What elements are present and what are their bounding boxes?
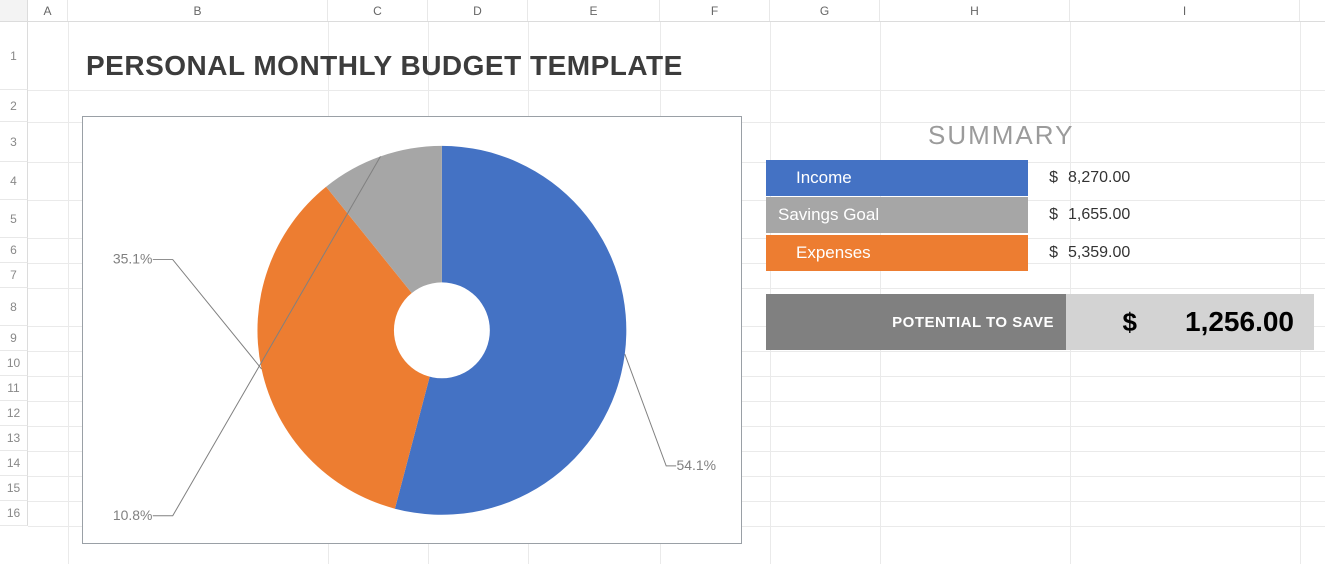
row-header-1[interactable]: 1 bbox=[0, 22, 28, 90]
col-header-G[interactable]: G bbox=[770, 0, 880, 21]
potential-to-save-value[interactable]: $1,256.00 bbox=[1066, 294, 1314, 350]
corner-cell bbox=[0, 0, 28, 21]
svg-text:54.1%: 54.1% bbox=[677, 457, 717, 473]
row-header-13[interactable]: 13 bbox=[0, 426, 28, 451]
col-header-H[interactable]: H bbox=[880, 0, 1070, 21]
summary-expenses-label: Expenses bbox=[766, 235, 1028, 271]
row-header-8[interactable]: 8 bbox=[0, 288, 28, 326]
col-header-I[interactable]: I bbox=[1070, 0, 1300, 21]
svg-text:35.1%: 35.1% bbox=[113, 251, 153, 267]
row-header-5[interactable]: 5 bbox=[0, 200, 28, 238]
svg-text:10.8%: 10.8% bbox=[113, 507, 153, 523]
page-title: PERSONAL MONTHLY BUDGET TEMPLATE bbox=[86, 50, 683, 82]
row-header-7[interactable]: 7 bbox=[0, 263, 28, 288]
col-header-A[interactable]: A bbox=[28, 0, 68, 21]
summary-income-label: Income bbox=[766, 160, 1028, 196]
summary-income-value[interactable]: $8,270.00 bbox=[1028, 160, 1314, 196]
col-header-C[interactable]: C bbox=[328, 0, 428, 21]
budget-donut-chart[interactable]: 54.1% 35.1% 10.8% bbox=[82, 116, 742, 544]
row-header-4[interactable]: 4 bbox=[0, 162, 28, 200]
col-header-D[interactable]: D bbox=[428, 0, 528, 21]
potential-to-save-label: POTENTIAL TO SAVE bbox=[766, 294, 1066, 350]
summary-savings-value[interactable]: $1,655.00 bbox=[1028, 197, 1314, 233]
column-header-row: ABCDEFGHI bbox=[0, 0, 1325, 22]
row-header-3[interactable]: 3 bbox=[0, 122, 28, 162]
row-header-9[interactable]: 9 bbox=[0, 326, 28, 351]
summary-heading: SUMMARY bbox=[928, 120, 1074, 151]
summary-expenses-value[interactable]: $5,359.00 bbox=[1028, 235, 1314, 271]
row-header-11[interactable]: 11 bbox=[0, 376, 28, 401]
row-header-16[interactable]: 16 bbox=[0, 501, 28, 526]
row-header-12[interactable]: 12 bbox=[0, 401, 28, 426]
row-header-6[interactable]: 6 bbox=[0, 238, 28, 263]
potential-to-save-row: POTENTIAL TO SAVE $1,256.00 bbox=[766, 294, 1314, 350]
summary-savings-label: Savings Goal bbox=[766, 197, 1028, 233]
row-header-2[interactable]: 2 bbox=[0, 90, 28, 122]
row-header-15[interactable]: 15 bbox=[0, 476, 28, 501]
worksheet-grid[interactable]: PERSONAL MONTHLY BUDGET TEMPLATE 54.1% 35… bbox=[28, 22, 1325, 564]
col-header-E[interactable]: E bbox=[528, 0, 660, 21]
col-header-B[interactable]: B bbox=[68, 0, 328, 21]
row-header-14[interactable]: 14 bbox=[0, 451, 28, 476]
row-header-col: 12345678910111213141516 bbox=[0, 22, 28, 564]
col-header-F[interactable]: F bbox=[660, 0, 770, 21]
row-header-10[interactable]: 10 bbox=[0, 351, 28, 376]
